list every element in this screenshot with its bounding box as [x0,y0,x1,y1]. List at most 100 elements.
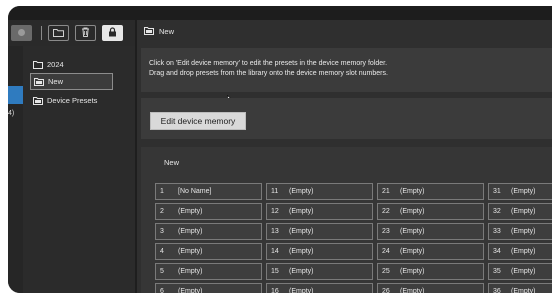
memory-slot[interactable]: 24 (Empty) [377,243,484,260]
slot-number: 14 [271,248,279,255]
library-tree: 2024 New Device Presets [23,46,135,293]
title-bar [8,6,552,20]
slot-number: 16 [271,288,279,293]
slot-label: (Empty) [178,248,203,255]
memory-slot[interactable]: 26 (Empty) [377,283,484,293]
slot-number: 4 [160,248,164,255]
slot-label: (Empty) [178,208,203,215]
slot-number: 12 [271,208,279,215]
circle-icon [17,24,26,42]
slot-label: (Empty) [400,248,425,255]
slot-number: 15 [271,268,279,275]
memory-slot[interactable]: 5 (Empty) [155,263,262,280]
tree-item-label: 2024 [47,60,64,69]
slot-label: (Empty) [289,248,314,255]
slot-label: (Empty) [511,288,536,293]
memory-slot[interactable]: 35 (Empty) [488,263,552,280]
toolbar [8,20,135,46]
slot-number: 33 [493,228,501,235]
delete-button[interactable] [75,25,96,41]
tree-item-2024[interactable]: 2024 [30,56,113,73]
memory-slot[interactable]: 2 (Empty) [155,203,262,220]
info-box: Click on 'Edit device memory' to edit th… [141,48,552,106]
memory-slot[interactable]: 12 (Empty) [266,203,373,220]
slot-number: 22 [382,208,390,215]
memory-slot[interactable]: 6 (Empty) [155,283,262,293]
record-button[interactable] [11,25,32,41]
app-window: 4) 2024 New Device Presets New Click on … [8,6,552,293]
lock-button[interactable] [102,25,123,41]
slot-number: 31 [493,188,501,195]
tree-item-new[interactable]: New [30,73,113,90]
folder-header: New [137,20,552,42]
slot-label: (Empty) [289,208,314,215]
folder-icon [33,60,43,69]
truncated-label: 4) [8,110,15,117]
slot-number: 32 [493,208,501,215]
folder-icon [144,27,154,35]
memory-slot[interactable]: 25 (Empty) [377,263,484,280]
slot-number: 6 [160,288,164,293]
memory-slot[interactable]: 15 (Empty) [266,263,373,280]
edit-section: Edit device memory [141,98,552,139]
slot-label: (Empty) [289,268,314,275]
memory-slot[interactable]: 1 [No Name] [155,183,262,200]
slot-label: (Empty) [289,288,314,293]
edit-device-memory-button[interactable]: Edit device memory [150,112,246,130]
memory-slot[interactable]: 32 (Empty) [488,203,552,220]
slot-number: 26 [382,288,390,293]
slot-label: (Empty) [178,268,203,275]
slot-number: 1 [160,188,164,195]
slot-number: 13 [271,228,279,235]
panel-title: New [164,158,180,167]
slot-label: (Empty) [178,288,203,293]
trash-icon [81,24,90,42]
memory-slot[interactable]: 23 (Empty) [377,223,484,240]
memory-slot[interactable]: 16 (Empty) [266,283,373,293]
new-folder-button[interactable] [48,25,69,41]
tree-item-label: Device Presets [47,96,98,105]
slot-label: (Empty) [511,208,536,215]
slot-number: 11 [271,188,279,195]
memory-slot[interactable]: 14 (Empty) [266,243,373,260]
memory-slot[interactable]: 31 (Empty) [488,183,552,200]
memory-slot[interactable]: 21 (Empty) [377,183,484,200]
slot-label: (Empty) [289,228,314,235]
folder-icon [34,77,44,86]
folder-icon [53,24,64,42]
slot-number: 5 [160,268,164,275]
slot-label: [No Name] [178,188,212,195]
slot-label: (Empty) [400,268,425,275]
info-line-2: Drag and drop presets from the library o… [149,70,388,77]
slot-number: 34 [493,248,501,255]
memory-slot[interactable]: 34 (Empty) [488,243,552,260]
slot-label: (Empty) [400,208,425,215]
slot-label: (Empty) [511,248,536,255]
toolbar-separator [41,26,42,40]
memory-slot[interactable]: 33 (Empty) [488,223,552,240]
slot-number: 25 [382,268,390,275]
selected-indicator [8,86,23,104]
device-folder-icon [33,96,43,105]
memory-slot[interactable]: 3 (Empty) [155,223,262,240]
info-line-1: Click on 'Edit device memory' to edit th… [149,60,388,67]
slot-label: (Empty) [511,188,536,195]
device-memory-panel: New 1 [No Name] 2 (Empty) 3 (Empty) 4 (Empty) 5 (… [141,147,552,293]
slot-number: 3 [160,228,164,235]
memory-slot[interactable]: 13 (Empty) [266,223,373,240]
slot-number: 24 [382,248,390,255]
memory-slot[interactable]: 11 (Empty) [266,183,373,200]
memory-slot[interactable]: 36 (Empty) [488,283,552,293]
slot-label: (Empty) [511,268,536,275]
page-title: New [159,26,175,36]
slot-number: 21 [382,188,390,195]
slot-label: (Empty) [400,288,425,293]
slot-label: (Empty) [511,228,536,235]
tree-item-device-presets[interactable]: Device Presets [30,92,130,109]
left-panel-strip: 4) [8,20,23,293]
slot-number: 35 [493,268,501,275]
main-panel: New Click on 'Edit device memory' to edi… [137,20,552,293]
memory-slot[interactable]: 22 (Empty) [377,203,484,220]
memory-slot[interactable]: 4 (Empty) [155,243,262,260]
slot-label: (Empty) [400,188,425,195]
